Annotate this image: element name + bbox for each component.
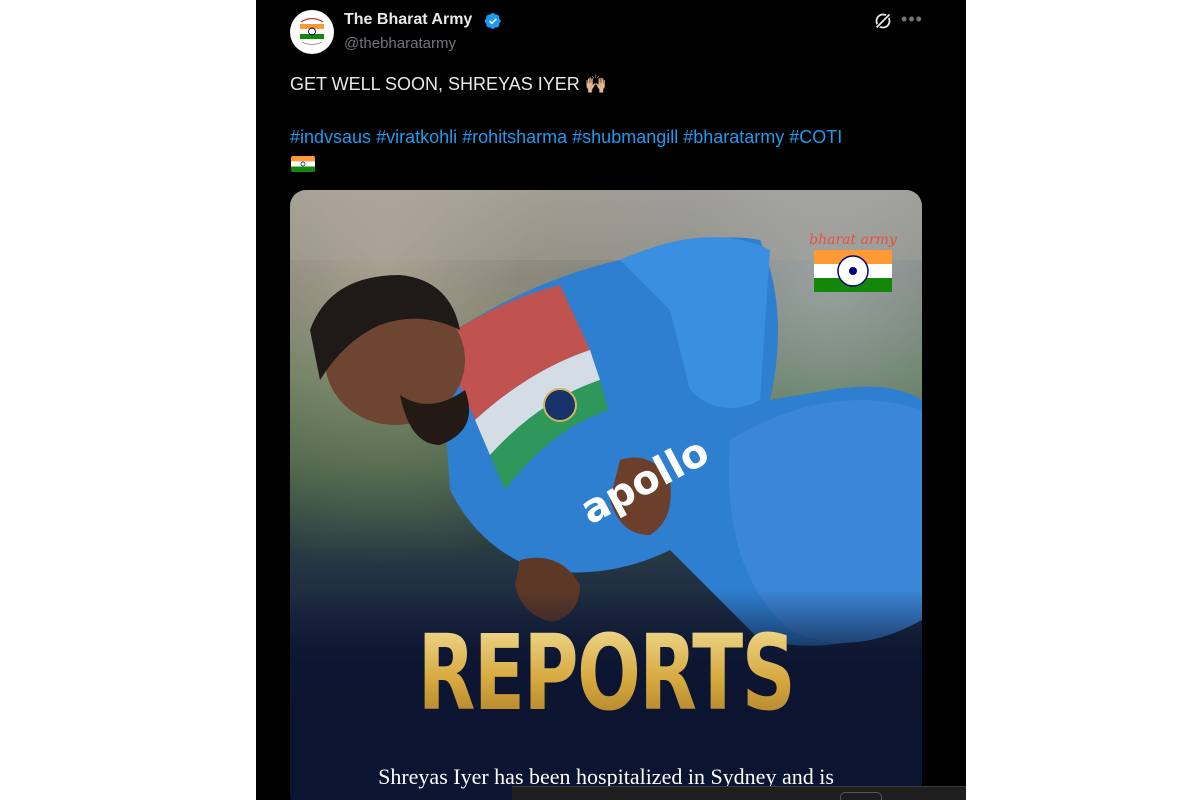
grok-icon[interactable]	[873, 11, 893, 31]
hashtag-link[interactable]: #COTI	[789, 127, 842, 147]
avatar[interactable]	[290, 10, 334, 54]
bottom-scrollbar[interactable]	[512, 786, 966, 800]
hashtag-list: #indvsaus #viratkohli #rohitsharma #shubman…	[290, 125, 930, 149]
handle[interactable]: @thebharatarmy	[344, 35, 456, 52]
hashtag-link[interactable]: #indvsaus	[290, 127, 371, 147]
hashtag-link[interactable]: #viratkohli	[376, 127, 457, 147]
reports-headline: REPORTS	[378, 612, 833, 734]
bharat-army-watermark: bharat army	[809, 232, 898, 292]
tweet-text: GET WELL SOON, SHREYAS IYER 🙌🏼	[290, 74, 608, 94]
scroll-handle[interactable]	[840, 792, 882, 800]
watermark-text: bharat army	[809, 232, 898, 248]
display-name[interactable]: The Bharat Army	[344, 11, 472, 29]
india-flag-emoji	[291, 156, 315, 172]
hashtag-link[interactable]: #rohitsharma	[462, 127, 567, 147]
tweet-card: The Bharat Army @thebharatarmy ••• GET W…	[256, 0, 966, 800]
hashtag-link[interactable]: #shubmangill	[572, 127, 678, 147]
more-icon[interactable]: •••	[901, 9, 923, 31]
tweet-media-image[interactable]: apollo bharat army REPORTS Shreyas Iyer …	[290, 190, 922, 800]
verified-badge-icon	[484, 12, 501, 29]
hashtag-link[interactable]: #bharatarmy	[683, 127, 784, 147]
bharat-army-logo	[291, 11, 333, 53]
